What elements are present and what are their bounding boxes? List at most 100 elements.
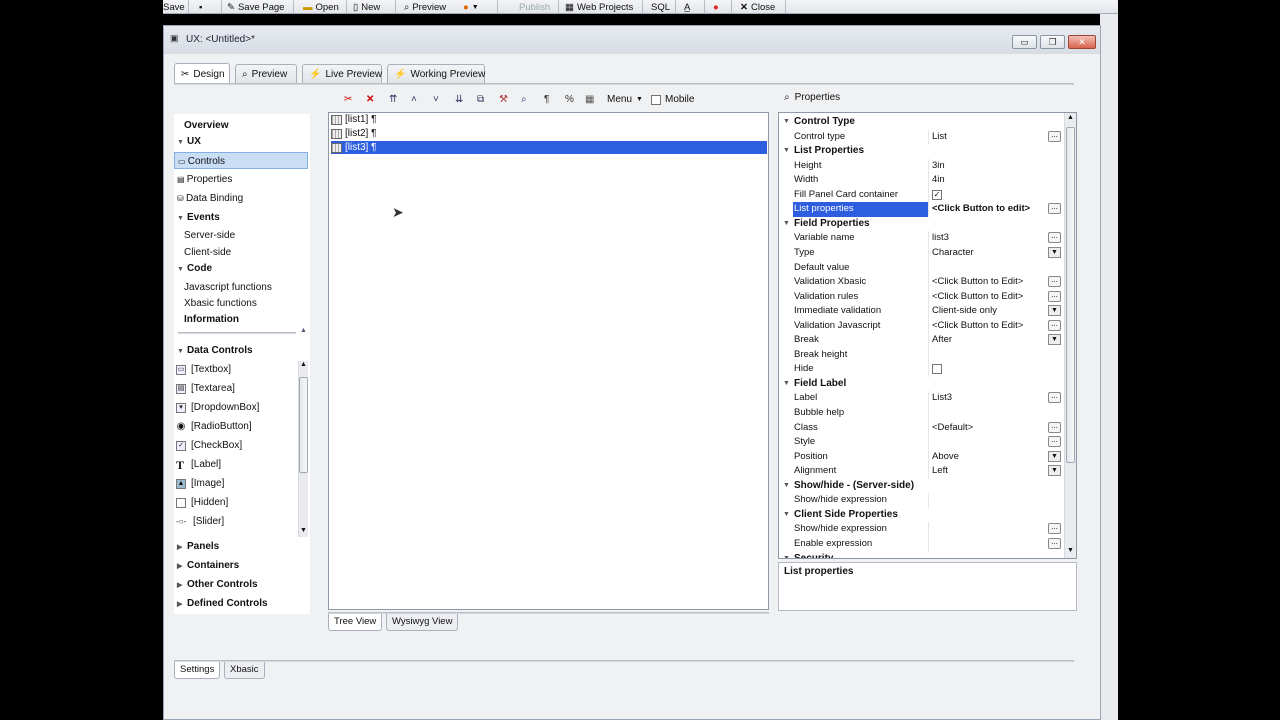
copy-icon[interactable]: ⧉ — [477, 93, 484, 107]
caret-down-icon[interactable]: ▼ — [783, 552, 790, 559]
property-row[interactable]: Break height — [779, 347, 1063, 363]
save-icon-button[interactable]: ▪ — [199, 0, 202, 14]
property-value[interactable]: 4in — [932, 173, 945, 188]
property-category[interactable]: ▼ Field Properties — [779, 217, 1063, 232]
property-value[interactable]: 3in — [932, 159, 945, 174]
ellipsis-button[interactable]: ... — [1048, 232, 1061, 244]
control-textbox[interactable]: ▭ [Textbox] — [176, 361, 231, 379]
move-down-icon[interactable]: ˅ — [433, 93, 439, 107]
find-icon[interactable]: ⌕ — [521, 93, 527, 107]
move-top-icon[interactable]: ⇈ — [389, 93, 397, 107]
pilcrow-icon[interactable]: ¶ — [544, 93, 549, 107]
nav-controls[interactable]: ▭ Controls — [174, 152, 308, 169]
property-row[interactable]: Show/hide expression — [779, 493, 1063, 508]
nav-events[interactable]: ▼ Events — [174, 209, 308, 226]
ellipsis-button[interactable]: ... — [1048, 130, 1061, 142]
property-checkbox[interactable] — [932, 364, 942, 375]
nav-defined-controls[interactable]: ▶ Defined Controls — [174, 595, 308, 612]
nav-panels[interactable]: ▶ Panels — [174, 538, 308, 555]
caret-down-icon[interactable]: ▼ — [783, 115, 790, 130]
control-radiobutton[interactable]: ◉ [RadioButton] — [176, 418, 252, 436]
ellipsis-button[interactable]: ... — [1048, 421, 1061, 433]
nav-xbasic-functions[interactable]: Xbasic functions — [174, 295, 308, 312]
property-category[interactable]: ▼ Field Label — [779, 377, 1063, 392]
property-value[interactable]: list3 — [932, 231, 949, 246]
minimize-button[interactable]: ▭ — [1012, 35, 1037, 49]
tools-icon[interactable]: ⚒ — [499, 93, 508, 107]
ellipsis-button[interactable]: ... — [1048, 392, 1061, 404]
tab-wysiwyg-view[interactable]: Wysiwyg View — [386, 614, 459, 631]
property-row[interactable]: Validation Xbasic <Click Button to Edit>.… — [779, 275, 1063, 290]
property-row[interactable]: Fill Panel Card container ✓ — [779, 187, 1063, 203]
property-value[interactable]: <Click Button to edit> — [932, 202, 1030, 217]
tab-live-preview[interactable]: ⚡ Live Preview — [302, 64, 382, 83]
tree-item[interactable]: [list2] ¶ — [331, 127, 767, 140]
caret-down-icon[interactable]: ▼ — [783, 508, 790, 523]
property-category[interactable]: ▼ Client Side Properties — [779, 508, 1063, 523]
property-row[interactable]: Style... — [779, 435, 1063, 450]
property-row[interactable]: Control type List... — [779, 129, 1063, 145]
control-textarea[interactable]: ▤ [Textarea] — [176, 380, 235, 398]
ellipsis-button[interactable]: ... — [1048, 537, 1061, 549]
nav-server-side[interactable]: Server-side — [174, 227, 308, 244]
nav-containers[interactable]: ▶ Containers — [174, 557, 308, 574]
new-button[interactable]: ▯ New — [353, 0, 380, 14]
nav-other-controls[interactable]: ▶ Other Controls — [174, 576, 308, 593]
property-value[interactable]: List — [932, 130, 947, 145]
chevron-down-icon[interactable]: ▼ — [1048, 465, 1061, 477]
caret-down-icon[interactable]: ▼ — [783, 377, 790, 392]
record-button[interactable]: ● — [713, 0, 719, 14]
tab-working-preview[interactable]: ⚡ Working Preview — [387, 64, 485, 83]
chevron-down-icon[interactable]: ▼ — [1048, 334, 1061, 346]
property-row[interactable]: Type Character ▼ — [779, 245, 1063, 261]
property-row[interactable]: Immediate validation Client-side only ▼ — [779, 304, 1063, 319]
property-row[interactable]: Position Above ▼ — [779, 449, 1063, 465]
control-checkbox[interactable]: ✓ [CheckBox] — [176, 437, 242, 455]
property-category[interactable]: ▼ Control Type — [779, 115, 1063, 130]
nav-ux[interactable]: ▼ UX — [174, 133, 308, 150]
scrollbar-thumb[interactable] — [299, 377, 308, 473]
tab-settings[interactable]: Settings — [174, 662, 221, 679]
property-value[interactable]: <Click Button to Edit> — [932, 290, 1023, 305]
property-value[interactable]: Character — [932, 246, 974, 261]
property-row[interactable]: Hide — [779, 362, 1063, 377]
mobile-checkbox[interactable]: Mobile — [651, 93, 694, 107]
property-row[interactable]: Validation Javascript <Click Button to Ed… — [779, 318, 1063, 334]
close-button[interactable]: ✕ Close — [740, 0, 775, 14]
property-row[interactable]: Class <Default>... — [779, 420, 1063, 436]
properties-scrollbar[interactable]: ▲ ▼ — [1064, 113, 1076, 558]
property-row[interactable]: Variable name list3... — [779, 231, 1063, 246]
caret-down-icon[interactable]: ▼ — [783, 217, 790, 232]
move-up-icon[interactable]: ˄ — [411, 93, 417, 107]
scroll-up-icon[interactable]: ▲ — [1067, 114, 1074, 121]
menu-dropdown[interactable]: Menu ▼ — [607, 93, 643, 107]
scroll-down-icon[interactable]: ▼ — [1067, 547, 1074, 554]
tree-item-selected[interactable]: [list3] ¶ — [331, 141, 767, 154]
property-row[interactable]: Width 4in — [779, 173, 1063, 188]
ellipsis-button[interactable]: ... — [1048, 319, 1061, 331]
property-row[interactable]: Validation rules <Click Button to Edit>..… — [779, 289, 1063, 305]
property-value[interactable]: Above — [932, 450, 959, 465]
property-checkbox[interactable]: ✓ — [932, 189, 942, 200]
grid-icon[interactable]: ▦ — [585, 93, 594, 107]
scrollbar-thumb[interactable] — [1066, 127, 1075, 463]
property-category[interactable]: ▼ List Properties — [779, 144, 1063, 159]
nav-properties[interactable]: ▤ Properties — [174, 171, 308, 188]
nav-overview[interactable]: Overview — [174, 117, 308, 134]
scroll-up-icon[interactable]: ▲ — [300, 361, 307, 368]
property-category[interactable]: ▼ Show/hide - (Server-side) — [779, 479, 1063, 494]
web-projects-button[interactable]: ▦ Web Projects — [565, 0, 633, 14]
maximize-button[interactable]: ❐ — [1040, 35, 1065, 49]
tab-tree-view[interactable]: Tree View — [328, 614, 383, 631]
design-canvas[interactable]: [list1] ¶ [list2] ¶ [list3] ¶ ➤ — [328, 112, 769, 610]
collapse-up-icon[interactable]: ▲ — [300, 327, 307, 334]
control-slider[interactable]: -○- [Slider] — [176, 513, 224, 531]
preview-button[interactable]: ⌕ Preview — [404, 0, 446, 14]
cut-icon[interactable]: ✂ — [344, 93, 352, 107]
tab-xbasic[interactable]: Xbasic — [224, 662, 265, 679]
open-button[interactable]: ▬ Open — [303, 0, 339, 14]
sql-button[interactable]: SQL — [651, 0, 670, 14]
property-value[interactable]: Client-side only — [932, 304, 997, 319]
ellipsis-button[interactable]: ... — [1048, 203, 1061, 215]
nav-javascript-functions[interactable]: Javascript functions — [174, 279, 308, 296]
